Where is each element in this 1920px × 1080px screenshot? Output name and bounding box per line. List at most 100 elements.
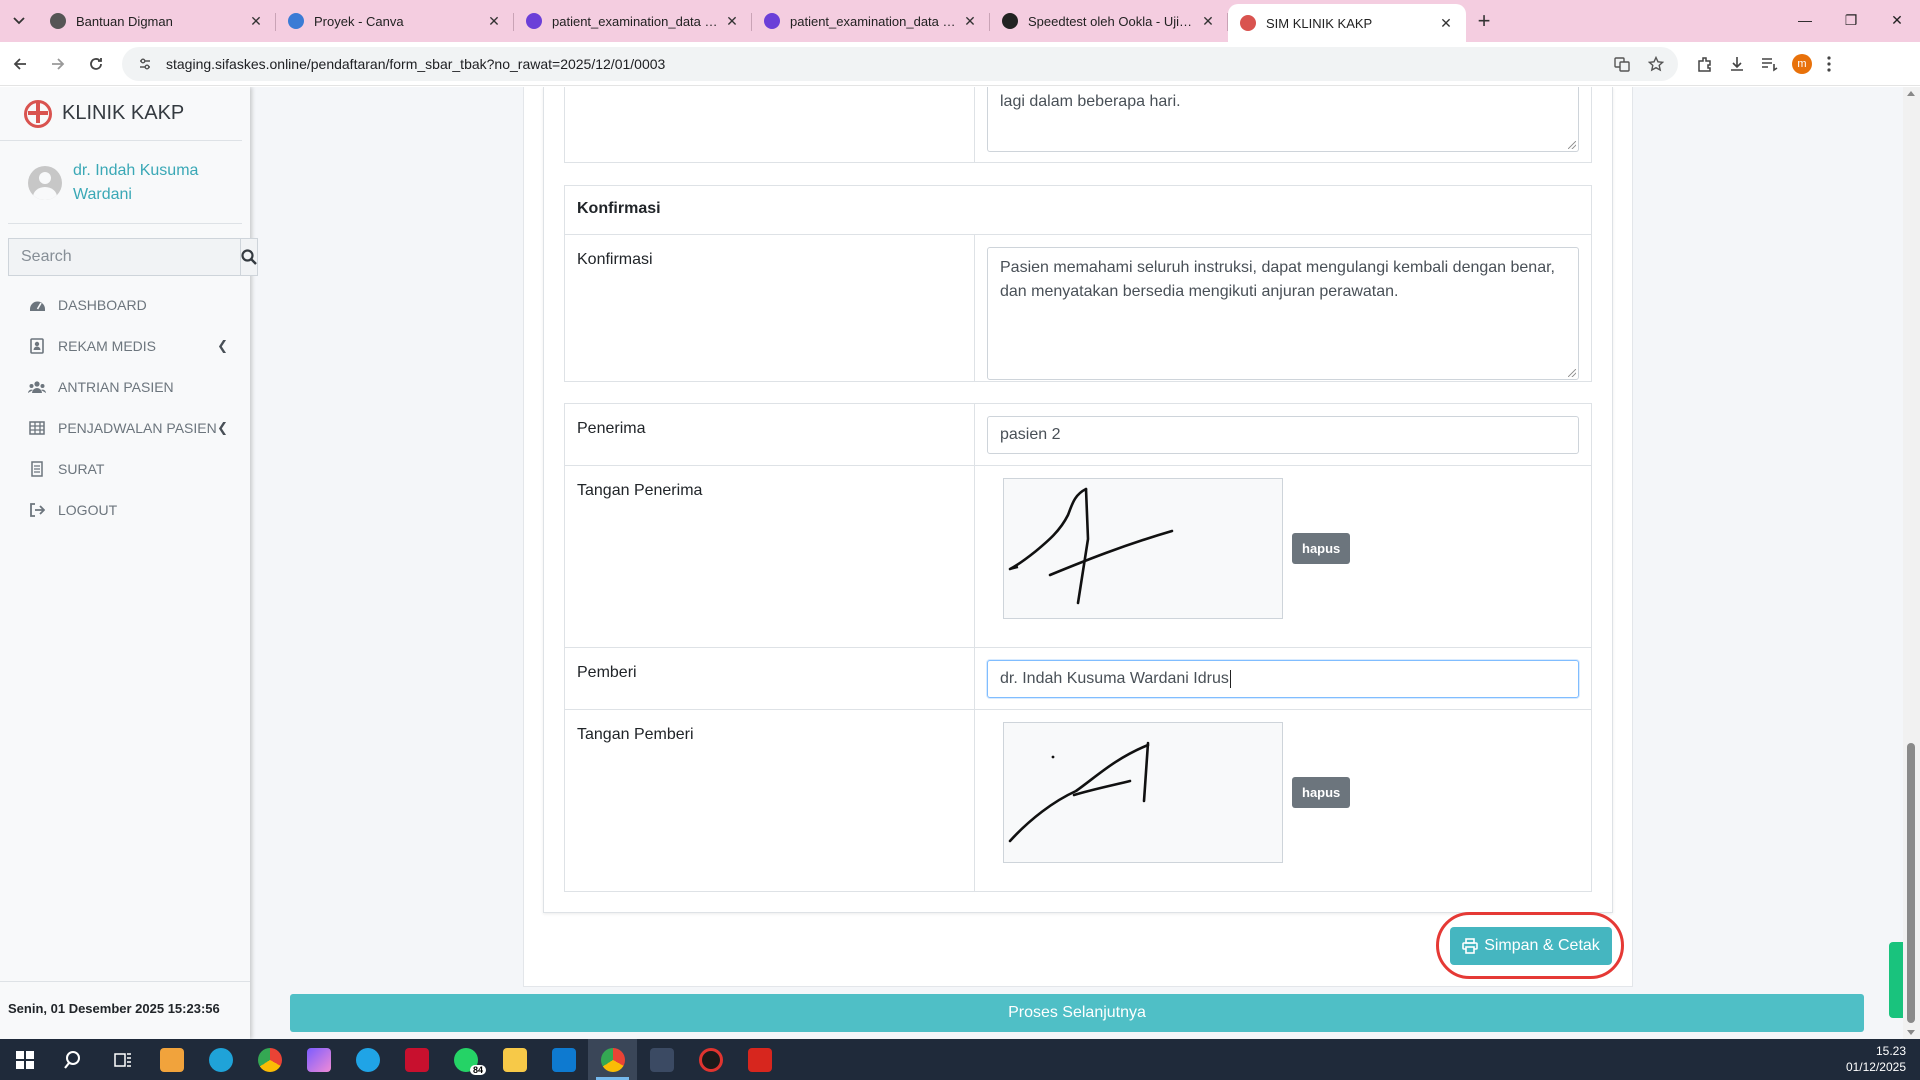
translate-icon[interactable] xyxy=(1614,56,1630,72)
edge-icon xyxy=(208,1047,233,1072)
system-clock[interactable]: 15.23 01/12/2025 xyxy=(1846,1043,1906,1075)
task-view-button[interactable] xyxy=(98,1039,147,1080)
site-info-icon[interactable] xyxy=(136,55,154,73)
browser-tab-4[interactable]: Speedtest oleh Ookla - Uji Kece ✕ xyxy=(990,4,1228,38)
tab-close-icon[interactable]: ✕ xyxy=(1200,13,1216,30)
close-window-button[interactable]: ✕ xyxy=(1874,0,1920,40)
user-name-link[interactable]: dr. Indah Kusuma Wardani xyxy=(73,159,223,207)
sidebar-item-antrian-pasien[interactable]: ANTRIAN PASIEN xyxy=(0,366,250,407)
address-toolbar: staging.sifaskes.online/pendaftaran/form… xyxy=(0,42,1920,86)
media-queue-icon[interactable] xyxy=(1760,55,1778,73)
copilot-icon xyxy=(306,1047,331,1072)
forward-button[interactable] xyxy=(40,46,76,82)
pemberi-row: Pemberi dr. Indah Kusuma Wardani Idrus xyxy=(564,647,1592,710)
scroll-up-icon[interactable] xyxy=(1907,91,1915,96)
signature-pad-pemberi[interactable] xyxy=(1003,722,1283,863)
penerima-label: Penerima xyxy=(565,404,975,465)
browser-tab-5[interactable]: SIM KLINIK KAKP ✕ xyxy=(1228,4,1466,42)
hapus-pemberi-button[interactable]: hapus xyxy=(1292,777,1351,808)
proses-selanjutnya-button[interactable]: Proses Selanjutnya xyxy=(290,994,1864,1032)
start-button[interactable] xyxy=(0,1039,49,1080)
search-button[interactable] xyxy=(240,238,258,276)
tangan-penerima-label: Tangan Penerima xyxy=(565,466,975,647)
text-cursor xyxy=(1229,670,1231,688)
profile-avatar[interactable]: m xyxy=(1792,53,1812,74)
scroll-thumb[interactable] xyxy=(1907,743,1915,1023)
taskbar-app-explorer[interactable] xyxy=(490,1039,539,1080)
reload-button[interactable] xyxy=(78,46,114,82)
tab-close-icon[interactable]: ✕ xyxy=(248,13,264,30)
tab-title: Bantuan Digman xyxy=(76,13,173,29)
pemberi-input[interactable]: dr. Indah Kusuma Wardani Idrus xyxy=(987,660,1579,698)
browser-tab-1[interactable]: Proyek - Canva ✕ xyxy=(276,4,514,38)
page-scrollbar[interactable] xyxy=(1903,87,1920,1039)
search-input[interactable] xyxy=(8,238,240,276)
browser-tab-3[interactable]: patient_examination_data - Pre ✕ xyxy=(752,4,990,38)
sidebar-nav: DASHBOARD REKAM MEDIS ❮ ANTRIAN PASIEN PENJA… xyxy=(0,284,250,530)
taskbar-app-browser[interactable] xyxy=(343,1039,392,1080)
bookmark-star-icon[interactable] xyxy=(1648,55,1664,72)
extensions-icon[interactable] xyxy=(1696,55,1714,73)
queue-icon xyxy=(28,378,46,396)
sidebar-search xyxy=(8,238,258,276)
taskbar-app-chrome[interactable] xyxy=(245,1039,294,1080)
prev-textarea[interactable]: lagi dalam beberapa hari. xyxy=(987,87,1579,152)
taskbar-app-whatsapp[interactable]: 84 xyxy=(441,1039,490,1080)
sidebar-item-penjadwalan-pasien[interactable]: PENJADWALAN PASIEN ❮ xyxy=(0,407,250,448)
brand[interactable]: KLINIK KAKP xyxy=(0,87,242,141)
tab-favicon-icon xyxy=(288,13,304,29)
sidebar-item-logout[interactable]: LOGOUT xyxy=(0,489,250,530)
clinic-logo-icon xyxy=(22,98,54,130)
search-icon xyxy=(241,249,257,265)
download-icon[interactable] xyxy=(1728,55,1746,73)
hapus-penerima-button[interactable]: hapus xyxy=(1292,533,1351,564)
sidebar-item-dashboard[interactable]: DASHBOARD xyxy=(0,284,250,325)
taskbar-app-copilot[interactable] xyxy=(294,1039,343,1080)
konfirmasi-textarea[interactable]: Pasien memahami seluruh instruksi, dapat… xyxy=(987,247,1579,380)
signature-pemberi-drawing xyxy=(1008,741,1150,843)
taskbar-app-acrobat[interactable] xyxy=(735,1039,784,1080)
chevron-left-icon: ❮ xyxy=(217,419,228,435)
avatar xyxy=(28,166,62,200)
taskbar-search[interactable] xyxy=(49,1039,98,1080)
signature-penerima-drawing xyxy=(1008,487,1174,605)
search-icon xyxy=(63,1050,80,1069)
section-konfirmasi-heading: Konfirmasi xyxy=(564,185,1592,235)
screen-recorder-icon xyxy=(698,1047,723,1072)
restore-button[interactable]: ❐ xyxy=(1828,0,1874,40)
taskbar-app-recorder[interactable] xyxy=(686,1039,735,1080)
brand-name: KLINIK KAKP xyxy=(62,102,185,124)
tab-close-icon[interactable]: ✕ xyxy=(962,13,978,30)
url-bar[interactable]: staging.sifaskes.online/pendaftaran/form… xyxy=(122,46,1678,81)
tab-search-button[interactable] xyxy=(0,0,38,42)
side-widget-tab[interactable] xyxy=(1889,942,1903,1018)
minimize-button[interactable]: — xyxy=(1782,0,1828,40)
medical-record-icon xyxy=(28,337,46,355)
sidebar-item-label: SURAT xyxy=(58,460,105,477)
new-tab-button[interactable]: + xyxy=(1466,3,1502,39)
acrobat-icon xyxy=(747,1047,772,1072)
save-print-button[interactable]: Simpan & Cetak xyxy=(1450,927,1612,965)
kebab-menu-icon[interactable] xyxy=(1826,55,1832,73)
taskbar-app-widgets[interactable] xyxy=(147,1039,196,1080)
url-text: staging.sifaskes.online/pendaftaran/form… xyxy=(166,55,666,72)
tab-close-icon[interactable]: ✕ xyxy=(1438,15,1454,32)
reload-icon xyxy=(90,57,102,70)
user-panel: dr. Indah Kusuma Wardani xyxy=(8,141,242,224)
penerima-input[interactable]: pasien 2 xyxy=(987,416,1579,454)
tab-close-icon[interactable]: ✕ xyxy=(724,13,740,30)
taskbar-app-chrome-profile[interactable] xyxy=(588,1039,637,1080)
taskbar-app-terminal[interactable] xyxy=(637,1039,686,1080)
taskbar-app-edge[interactable] xyxy=(196,1039,245,1080)
browser-tab-0[interactable]: Bantuan Digman ✕ xyxy=(38,4,276,38)
browser-tab-2[interactable]: patient_examination_data - Pre ✕ xyxy=(514,4,752,38)
sidebar-item-rekam-medis[interactable]: REKAM MEDIS ❮ xyxy=(0,325,250,366)
arrow-left-icon xyxy=(13,57,26,70)
signature-pad-penerima[interactable] xyxy=(1003,478,1283,619)
scroll-down-icon[interactable] xyxy=(1907,1030,1915,1035)
sidebar-item-surat[interactable]: SURAT xyxy=(0,448,250,489)
tab-close-icon[interactable]: ✕ xyxy=(486,13,502,30)
taskbar-app-vscode[interactable] xyxy=(539,1039,588,1080)
taskbar-app-mendeley[interactable] xyxy=(392,1039,441,1080)
back-button[interactable] xyxy=(2,46,38,82)
